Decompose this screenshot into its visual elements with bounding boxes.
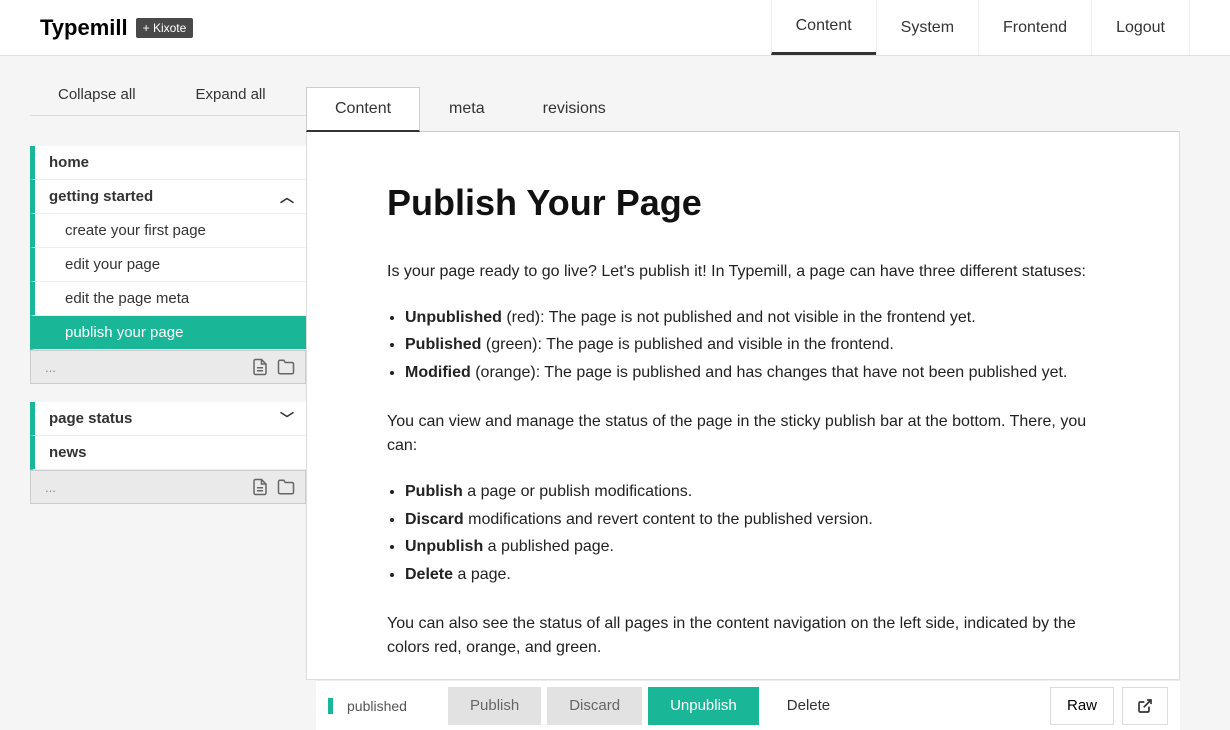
page-intro[interactable]: Is your page ready to go live? Let's pub… <box>387 260 1099 285</box>
status-item: Modified (orange): The page is published… <box>405 360 1099 386</box>
tree-label: publish your page <box>65 324 183 341</box>
tree-label: edit your page <box>65 256 160 273</box>
tree-label: home <box>49 154 89 171</box>
folder-icon <box>277 478 295 496</box>
header: Typemill + Kixote Content System Fronten… <box>0 0 1230 56</box>
page-para3[interactable]: You can also see the status of all pages… <box>387 612 1099 662</box>
action-item: Unpublish a published page. <box>405 534 1099 560</box>
chevron-down-icon: ﹀ <box>280 409 294 429</box>
tree-item-home[interactable]: home <box>30 146 306 180</box>
discard-button[interactable]: Discard <box>547 687 642 725</box>
raw-button[interactable]: Raw <box>1050 687 1114 725</box>
brand-name[interactable]: Typemill <box>40 15 128 41</box>
external-link-icon <box>1137 698 1153 714</box>
tab-content[interactable]: Content <box>306 87 420 132</box>
file-icon <box>251 358 269 376</box>
brand-badge: + Kixote <box>136 18 194 38</box>
tree-item-publish-page[interactable]: publish your page <box>30 316 306 350</box>
nav-system[interactable]: System <box>876 0 978 55</box>
tab-revisions[interactable]: revisions <box>514 87 635 132</box>
tree-controls: Collapse all Expand all <box>30 86 306 116</box>
file-icon <box>251 478 269 496</box>
tree-label: edit the page meta <box>65 290 189 307</box>
tree-label: page status <box>49 410 132 427</box>
action-item: Delete a page. <box>405 562 1099 588</box>
tree-item-edit-meta[interactable]: edit the page meta <box>30 282 306 316</box>
tree-label: news <box>49 444 87 461</box>
folder-icon <box>277 358 295 376</box>
editor[interactable]: Publish Your Page Is your page ready to … <box>306 132 1180 680</box>
actions-list[interactable]: Publish a page or publish modifications.… <box>405 479 1099 587</box>
delete-button[interactable]: Delete <box>765 687 852 725</box>
tree-label: getting started <box>49 188 153 205</box>
status-list[interactable]: Unpublished (red): The page is not publi… <box>405 305 1099 386</box>
page-para2[interactable]: You can view and manage the status of th… <box>387 410 1099 460</box>
unpublish-button[interactable]: Unpublish <box>648 687 759 725</box>
nav-logout[interactable]: Logout <box>1091 0 1190 55</box>
tab-meta[interactable]: meta <box>420 87 514 132</box>
action-item: Publish a page or publish modifications. <box>405 479 1099 505</box>
nav-content[interactable]: Content <box>771 0 876 55</box>
tree-item-getting-started[interactable]: getting started ︿ <box>30 180 306 214</box>
tree-new-child[interactable]: ... <box>30 350 306 384</box>
tree-item-create-page[interactable]: create your first page <box>30 214 306 248</box>
new-placeholder: ... <box>45 480 56 495</box>
tree: home getting started ︿ create your first… <box>30 146 306 504</box>
tree-item-news[interactable]: news <box>30 436 306 470</box>
chevron-up-icon: ︿ <box>280 187 294 207</box>
publish-button[interactable]: Publish <box>448 687 541 725</box>
brand: Typemill + Kixote <box>40 15 193 41</box>
status-label: published <box>328 698 448 714</box>
page-title[interactable]: Publish Your Page <box>387 182 1099 224</box>
tabs: Content meta revisions <box>306 86 1180 132</box>
topnav: Content System Frontend Logout <box>771 0 1230 55</box>
tree-label: create your first page <box>65 222 206 239</box>
tree-item-page-status[interactable]: page status ﹀ <box>30 402 306 436</box>
collapse-all[interactable]: Collapse all <box>58 86 136 103</box>
sidebar: Collapse all Expand all home getting sta… <box>0 56 306 680</box>
open-external-button[interactable] <box>1122 687 1168 725</box>
status-item: Unpublished (red): The page is not publi… <box>405 305 1099 331</box>
tree-new-root[interactable]: ... <box>30 470 306 504</box>
publish-bar: published Publish Discard Unpublish Dele… <box>316 680 1180 730</box>
status-item: Published (green): The page is published… <box>405 332 1099 358</box>
expand-all[interactable]: Expand all <box>196 86 266 103</box>
tree-item-edit-page[interactable]: edit your page <box>30 248 306 282</box>
action-item: Discard modifications and revert content… <box>405 507 1099 533</box>
content-area: Content meta revisions Publish Your Page… <box>306 56 1230 680</box>
nav-frontend[interactable]: Frontend <box>978 0 1091 55</box>
new-placeholder: ... <box>45 360 56 375</box>
